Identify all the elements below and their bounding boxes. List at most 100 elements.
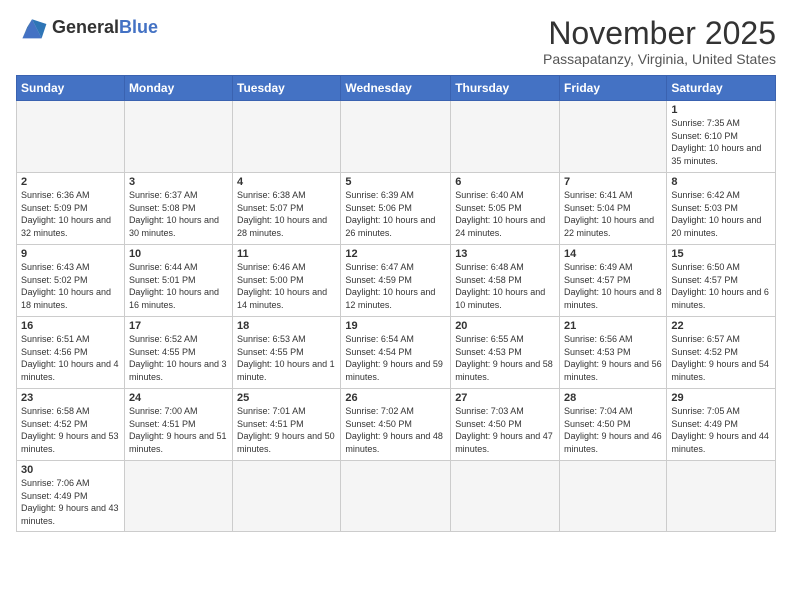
day-number: 16	[21, 320, 120, 332]
day-info: Sunrise: 7:01 AM Sunset: 4:51 PM Dayligh…	[237, 405, 336, 455]
day-info: Sunrise: 6:40 AM Sunset: 5:05 PM Dayligh…	[455, 189, 555, 239]
day-info: Sunrise: 6:48 AM Sunset: 4:58 PM Dayligh…	[455, 261, 555, 311]
day-info: Sunrise: 6:42 AM Sunset: 5:03 PM Dayligh…	[671, 189, 771, 239]
day-number: 10	[129, 248, 228, 260]
calendar: SundayMondayTuesdayWednesdayThursdayFrid…	[16, 75, 776, 531]
day-info: Sunrise: 6:44 AM Sunset: 5:01 PM Dayligh…	[129, 261, 228, 311]
day-number: 14	[564, 248, 662, 260]
day-cell: 21Sunrise: 6:56 AM Sunset: 4:53 PM Dayli…	[560, 317, 667, 389]
day-number: 20	[455, 320, 555, 332]
week-row-5: 23Sunrise: 6:58 AM Sunset: 4:52 PM Dayli…	[17, 389, 776, 461]
day-number: 6	[455, 176, 555, 188]
logo-text: GeneralBlue	[52, 18, 158, 38]
day-number: 15	[671, 248, 771, 260]
day-info: Sunrise: 6:55 AM Sunset: 4:53 PM Dayligh…	[455, 333, 555, 383]
day-number: 22	[671, 320, 771, 332]
day-cell: 9Sunrise: 6:43 AM Sunset: 5:02 PM Daylig…	[17, 245, 125, 317]
day-info: Sunrise: 6:58 AM Sunset: 4:52 PM Dayligh…	[21, 405, 120, 455]
day-cell: 5Sunrise: 6:39 AM Sunset: 5:06 PM Daylig…	[341, 173, 451, 245]
weekday-header-row: SundayMondayTuesdayWednesdayThursdayFrid…	[17, 76, 776, 101]
day-number: 12	[345, 248, 446, 260]
header: GeneralBlue November 2025 Passapatanzy, …	[16, 16, 776, 67]
day-cell: 23Sunrise: 6:58 AM Sunset: 4:52 PM Dayli…	[17, 389, 125, 461]
week-row-2: 2Sunrise: 6:36 AM Sunset: 5:09 PM Daylig…	[17, 173, 776, 245]
day-cell: 13Sunrise: 6:48 AM Sunset: 4:58 PM Dayli…	[451, 245, 560, 317]
day-number: 26	[345, 392, 446, 404]
day-info: Sunrise: 6:49 AM Sunset: 4:57 PM Dayligh…	[564, 261, 662, 311]
day-info: Sunrise: 6:54 AM Sunset: 4:54 PM Dayligh…	[345, 333, 446, 383]
day-number: 13	[455, 248, 555, 260]
day-cell: 28Sunrise: 7:04 AM Sunset: 4:50 PM Dayli…	[560, 389, 667, 461]
week-row-4: 16Sunrise: 6:51 AM Sunset: 4:56 PM Dayli…	[17, 317, 776, 389]
day-info: Sunrise: 6:51 AM Sunset: 4:56 PM Dayligh…	[21, 333, 120, 383]
day-info: Sunrise: 7:04 AM Sunset: 4:50 PM Dayligh…	[564, 405, 662, 455]
day-number: 21	[564, 320, 662, 332]
day-number: 25	[237, 392, 336, 404]
day-info: Sunrise: 6:52 AM Sunset: 4:55 PM Dayligh…	[129, 333, 228, 383]
day-cell: 8Sunrise: 6:42 AM Sunset: 5:03 PM Daylig…	[667, 173, 776, 245]
day-cell: 16Sunrise: 6:51 AM Sunset: 4:56 PM Dayli…	[17, 317, 125, 389]
logo-icon	[16, 16, 48, 40]
day-cell: 18Sunrise: 6:53 AM Sunset: 4:55 PM Dayli…	[233, 317, 341, 389]
weekday-sunday: Sunday	[17, 76, 125, 101]
week-row-1: 1Sunrise: 7:35 AM Sunset: 6:10 PM Daylig…	[17, 101, 776, 173]
day-cell	[341, 101, 451, 173]
day-info: Sunrise: 7:05 AM Sunset: 4:49 PM Dayligh…	[671, 405, 771, 455]
day-number: 28	[564, 392, 662, 404]
day-number: 23	[21, 392, 120, 404]
day-cell: 25Sunrise: 7:01 AM Sunset: 4:51 PM Dayli…	[233, 389, 341, 461]
day-number: 1	[671, 104, 771, 116]
day-cell	[560, 101, 667, 173]
day-info: Sunrise: 6:41 AM Sunset: 5:04 PM Dayligh…	[564, 189, 662, 239]
day-cell: 7Sunrise: 6:41 AM Sunset: 5:04 PM Daylig…	[560, 173, 667, 245]
day-number: 30	[21, 464, 120, 476]
day-number: 9	[21, 248, 120, 260]
day-cell: 12Sunrise: 6:47 AM Sunset: 4:59 PM Dayli…	[341, 245, 451, 317]
month-title: November 2025	[543, 16, 776, 51]
day-number: 4	[237, 176, 336, 188]
title-block: November 2025 Passapatanzy, Virginia, Un…	[543, 16, 776, 67]
page: GeneralBlue November 2025 Passapatanzy, …	[0, 0, 792, 612]
day-cell	[667, 461, 776, 531]
day-cell: 4Sunrise: 6:38 AM Sunset: 5:07 PM Daylig…	[233, 173, 341, 245]
day-cell: 1Sunrise: 7:35 AM Sunset: 6:10 PM Daylig…	[667, 101, 776, 173]
day-info: Sunrise: 7:06 AM Sunset: 4:49 PM Dayligh…	[21, 477, 120, 527]
day-cell: 15Sunrise: 6:50 AM Sunset: 4:57 PM Dayli…	[667, 245, 776, 317]
day-info: Sunrise: 6:50 AM Sunset: 4:57 PM Dayligh…	[671, 261, 771, 311]
day-info: Sunrise: 7:03 AM Sunset: 4:50 PM Dayligh…	[455, 405, 555, 455]
day-number: 29	[671, 392, 771, 404]
week-row-6: 30Sunrise: 7:06 AM Sunset: 4:49 PM Dayli…	[17, 461, 776, 531]
day-info: Sunrise: 6:43 AM Sunset: 5:02 PM Dayligh…	[21, 261, 120, 311]
day-cell: 14Sunrise: 6:49 AM Sunset: 4:57 PM Dayli…	[560, 245, 667, 317]
day-cell: 24Sunrise: 7:00 AM Sunset: 4:51 PM Dayli…	[124, 389, 232, 461]
day-cell: 20Sunrise: 6:55 AM Sunset: 4:53 PM Dayli…	[451, 317, 560, 389]
week-row-3: 9Sunrise: 6:43 AM Sunset: 5:02 PM Daylig…	[17, 245, 776, 317]
day-cell: 3Sunrise: 6:37 AM Sunset: 5:08 PM Daylig…	[124, 173, 232, 245]
day-number: 8	[671, 176, 771, 188]
weekday-friday: Friday	[560, 76, 667, 101]
day-cell: 2Sunrise: 6:36 AM Sunset: 5:09 PM Daylig…	[17, 173, 125, 245]
day-info: Sunrise: 7:35 AM Sunset: 6:10 PM Dayligh…	[671, 117, 771, 167]
day-cell: 22Sunrise: 6:57 AM Sunset: 4:52 PM Dayli…	[667, 317, 776, 389]
day-info: Sunrise: 7:00 AM Sunset: 4:51 PM Dayligh…	[129, 405, 228, 455]
day-cell	[124, 101, 232, 173]
day-info: Sunrise: 7:02 AM Sunset: 4:50 PM Dayligh…	[345, 405, 446, 455]
weekday-tuesday: Tuesday	[233, 76, 341, 101]
day-cell	[560, 461, 667, 531]
day-info: Sunrise: 6:47 AM Sunset: 4:59 PM Dayligh…	[345, 261, 446, 311]
day-cell	[451, 101, 560, 173]
logo: GeneralBlue	[16, 16, 158, 40]
day-info: Sunrise: 6:56 AM Sunset: 4:53 PM Dayligh…	[564, 333, 662, 383]
day-cell	[233, 461, 341, 531]
day-number: 18	[237, 320, 336, 332]
day-number: 27	[455, 392, 555, 404]
day-number: 7	[564, 176, 662, 188]
day-cell: 29Sunrise: 7:05 AM Sunset: 4:49 PM Dayli…	[667, 389, 776, 461]
weekday-monday: Monday	[124, 76, 232, 101]
day-cell	[124, 461, 232, 531]
day-number: 3	[129, 176, 228, 188]
day-cell: 27Sunrise: 7:03 AM Sunset: 4:50 PM Dayli…	[451, 389, 560, 461]
day-number: 2	[21, 176, 120, 188]
day-cell	[17, 101, 125, 173]
day-info: Sunrise: 6:37 AM Sunset: 5:08 PM Dayligh…	[129, 189, 228, 239]
